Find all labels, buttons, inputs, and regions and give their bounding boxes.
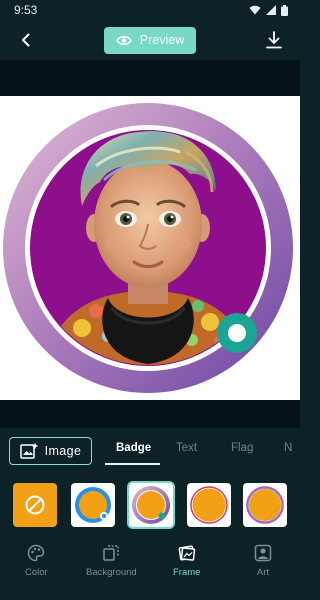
preview-button[interactable]: Preview xyxy=(104,26,196,54)
eye-icon xyxy=(115,35,132,45)
signal-icon xyxy=(266,5,276,15)
nav-background-label: Background xyxy=(86,567,137,578)
frame-preview-thin-ring xyxy=(190,486,228,524)
battery-icon xyxy=(281,4,288,16)
canvas-top-margin xyxy=(0,60,300,96)
tab-more[interactable]: N xyxy=(284,442,292,454)
framed-avatar xyxy=(3,103,293,393)
nav-color-label: Color xyxy=(25,567,48,578)
back-button[interactable] xyxy=(14,28,38,52)
back-arrow-icon xyxy=(22,33,30,47)
frame-preview-blue-ring xyxy=(75,487,111,523)
tab-flag[interactable]: Flag xyxy=(231,442,253,454)
frame-icon xyxy=(178,545,195,561)
nav-frame[interactable]: Frame xyxy=(173,544,200,578)
nav-art-label: Art xyxy=(256,567,270,578)
nav-art[interactable]: Art xyxy=(254,544,272,578)
background-icon xyxy=(103,545,120,561)
nav-color[interactable]: Color xyxy=(25,544,48,578)
frame-option-rainbow-ring[interactable] xyxy=(127,481,175,529)
bottom-navigation: Color Background Frame Art xyxy=(0,540,300,600)
frame-option-blue-ring[interactable] xyxy=(71,483,115,527)
frame-options xyxy=(0,476,300,532)
canvas-bottom-margin xyxy=(0,400,300,428)
frame-option-thin-ring[interactable] xyxy=(187,483,231,527)
art-icon xyxy=(254,544,272,562)
status-bar: 9:53 xyxy=(0,0,300,20)
tab-bar: Badge Text Flag N xyxy=(100,428,300,472)
frame-option-none[interactable] xyxy=(13,483,57,527)
image-button-label: Image xyxy=(44,444,82,458)
no-frame-icon xyxy=(25,495,45,515)
preview-label: Preview xyxy=(139,33,185,47)
frame-preview-rainbow-ring xyxy=(129,483,173,527)
status-icons xyxy=(249,4,288,16)
badge-inner-dot xyxy=(228,324,246,342)
download-icon xyxy=(266,31,282,49)
palette-icon xyxy=(28,544,45,562)
nav-frame-label: Frame xyxy=(173,567,201,578)
tab-text[interactable]: Text xyxy=(176,442,197,454)
active-tab-indicator xyxy=(105,463,160,465)
tool-row: Image Badge Text Flag N xyxy=(0,428,300,472)
add-image-icon xyxy=(19,443,38,459)
nav-background[interactable]: Background xyxy=(86,544,137,578)
tab-badge[interactable]: Badge xyxy=(116,442,151,454)
editor-canvas[interactable] xyxy=(0,96,300,400)
image-button[interactable]: Image xyxy=(9,437,92,465)
status-time: 9:53 xyxy=(14,3,38,17)
frame-option-rainbow-ring-2[interactable] xyxy=(243,483,287,527)
frame-preview-rainbow-ring-2 xyxy=(246,486,284,524)
top-bar: Preview xyxy=(0,20,300,60)
wifi-icon xyxy=(249,5,261,15)
download-button[interactable] xyxy=(262,28,286,52)
